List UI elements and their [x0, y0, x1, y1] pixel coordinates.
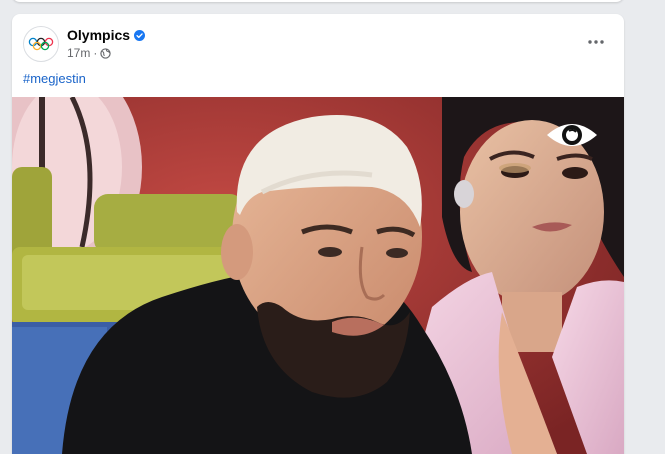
verified-badge-icon [134, 29, 146, 41]
more-horizontal-icon [588, 40, 604, 44]
post-card: Olympics 17m · #megjestin [12, 14, 624, 454]
meta-separator: · [93, 46, 98, 60]
post-header: Olympics 17m · [12, 14, 624, 72]
post-options-button[interactable] [582, 30, 610, 54]
post-meta: 17m · [67, 46, 112, 60]
video-player[interactable] [12, 97, 624, 454]
previous-post-edge [12, 0, 624, 2]
post-timestamp[interactable]: 17m [67, 46, 90, 60]
olympic-rings-icon [28, 37, 54, 51]
globe-icon [100, 47, 112, 59]
post-text: #megjestin [23, 71, 86, 86]
page-name[interactable]: Olympics [67, 27, 130, 43]
hashtag-link[interactable]: #megjestin [23, 71, 86, 86]
page-avatar[interactable] [23, 26, 59, 62]
page-name-row: Olympics [67, 27, 146, 43]
video-frame [12, 97, 624, 454]
